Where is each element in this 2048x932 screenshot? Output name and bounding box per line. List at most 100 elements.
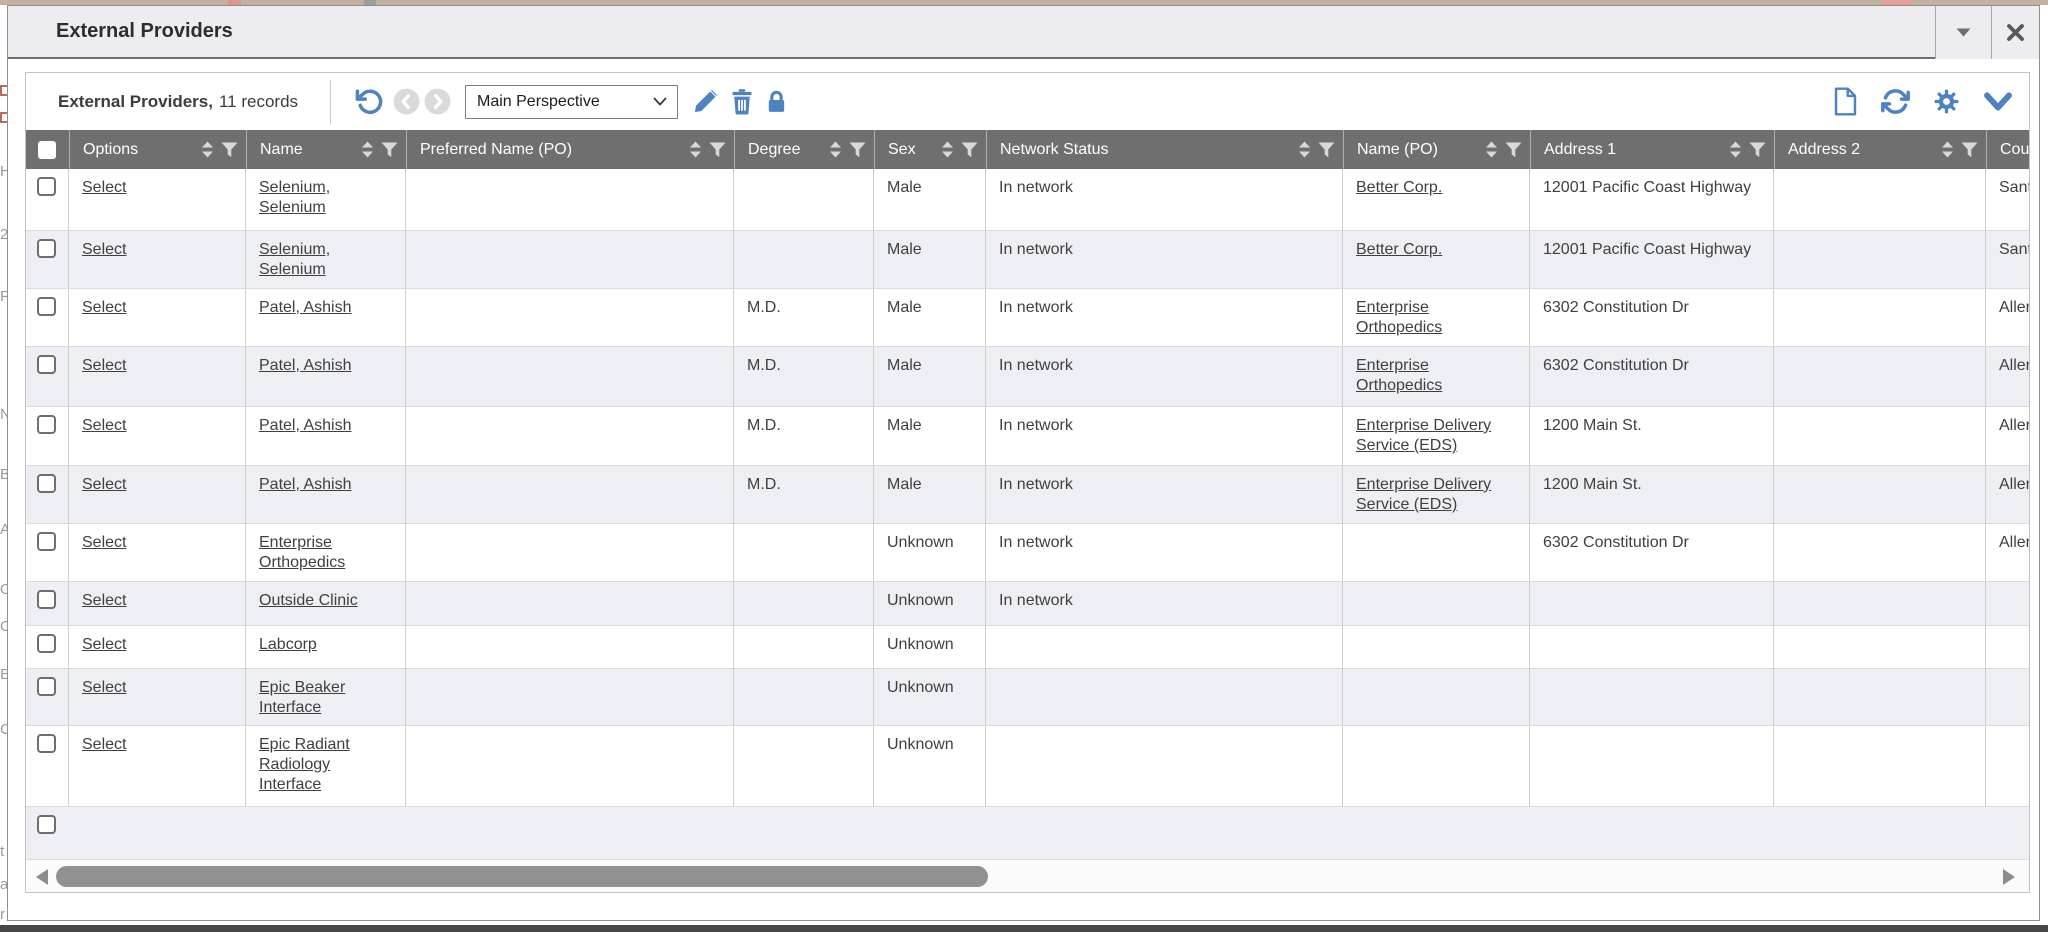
organization-cell: Enterprise Orthopedics	[1343, 347, 1530, 406]
address1-text: 1200 Main St.	[1543, 476, 1642, 493]
sort-icon[interactable]	[941, 141, 954, 158]
organization-cell: Enterprise Orthopedics	[1343, 289, 1530, 346]
column-header-address-2[interactable]: Address 2	[1774, 130, 1986, 169]
sort-icon[interactable]	[201, 141, 214, 158]
row-checkbox[interactable]	[37, 415, 56, 434]
row-checkbox[interactable]	[37, 734, 56, 753]
next-button[interactable]	[424, 88, 451, 115]
sort-icon[interactable]	[361, 141, 374, 158]
table-row: Select Labcorp Unknown	[26, 626, 2030, 669]
column-header-label: Cou	[2000, 141, 2030, 159]
new-record-button[interactable]	[1832, 87, 1859, 116]
select-link[interactable]: Select	[82, 417, 126, 434]
sex-cell: Unknown	[874, 524, 986, 581]
select-link[interactable]: Select	[82, 241, 126, 258]
refresh-button[interactable]	[1881, 87, 1910, 116]
row-checkbox[interactable]	[37, 297, 56, 316]
column-header-name-po-[interactable]: Name (PO)	[1343, 130, 1530, 169]
column-header-address-1[interactable]: Address 1	[1530, 130, 1774, 169]
horizontal-scrollbar[interactable]	[26, 859, 2029, 892]
background-fragment: C	[0, 618, 7, 635]
organization-link[interactable]: Enterprise Delivery Service (EDS)	[1356, 476, 1491, 513]
provider-name-link[interactable]: Labcorp	[259, 636, 317, 653]
column-header-name[interactable]: Name	[246, 130, 406, 169]
provider-name-link[interactable]: Enterprise Orthopedics	[259, 534, 345, 571]
filter-funnel-icon[interactable]	[849, 142, 866, 158]
row-checkbox[interactable]	[37, 474, 56, 493]
organization-cell: Enterprise Delivery Service (EDS)	[1343, 466, 1530, 523]
column-header-label: Address 2	[1788, 141, 1937, 159]
provider-name-link[interactable]: Patel, Ashish	[259, 299, 352, 316]
sort-icon[interactable]	[1298, 141, 1311, 158]
provider-name-link[interactable]: Epic Beaker Interface	[259, 679, 345, 716]
filter-funnel-icon[interactable]	[1749, 142, 1766, 158]
select-link[interactable]: Select	[82, 592, 126, 609]
row-checkbox[interactable]	[37, 355, 56, 374]
provider-name-link[interactable]: Patel, Ashish	[259, 476, 352, 493]
sort-icon[interactable]	[1729, 141, 1742, 158]
column-header-cou[interactable]: Cou	[1986, 130, 2030, 169]
county-cell: Aller	[1986, 407, 2030, 465]
filter-funnel-icon[interactable]	[709, 142, 726, 158]
row-checkbox[interactable]	[37, 177, 56, 196]
expand-options-button[interactable]	[1983, 91, 2013, 113]
provider-name-link[interactable]: Patel, Ashish	[259, 357, 352, 374]
provider-name-link[interactable]: Patel, Ashish	[259, 417, 352, 434]
sort-icon[interactable]	[1485, 141, 1498, 158]
perspective-select[interactable]: Main Perspective	[465, 85, 678, 119]
scroll-left-arrow[interactable]	[36, 869, 48, 885]
lock-perspective-button[interactable]	[764, 88, 789, 115]
select-link[interactable]: Select	[82, 636, 126, 653]
select-link[interactable]: Select	[82, 736, 126, 753]
column-header-degree[interactable]: Degree	[734, 130, 874, 169]
select-link[interactable]: Select	[82, 179, 126, 196]
filter-funnel-icon[interactable]	[1318, 142, 1335, 158]
select-link[interactable]: Select	[82, 534, 126, 551]
sort-icon[interactable]	[1941, 141, 1954, 158]
scrollbar-thumb[interactable]	[56, 866, 988, 887]
sort-icon[interactable]	[829, 141, 842, 158]
select-all-checkbox[interactable]	[38, 141, 56, 159]
select-link[interactable]: Select	[82, 299, 126, 316]
column-header-options[interactable]: Options	[69, 130, 246, 169]
select-link[interactable]: Select	[82, 476, 126, 493]
filter-funnel-icon[interactable]	[221, 142, 238, 158]
network-status-text: In network	[999, 357, 1073, 374]
filter-funnel-icon[interactable]	[961, 142, 978, 158]
collapse-dialog-button[interactable]	[1935, 6, 1991, 59]
close-dialog-button[interactable]	[1991, 6, 2039, 59]
select-link[interactable]: Select	[82, 357, 126, 374]
row-checkbox[interactable]	[37, 532, 56, 551]
provider-name-link[interactable]: Selenium, Selenium	[259, 241, 330, 278]
provider-name-link[interactable]: Selenium, Selenium	[259, 179, 330, 216]
delete-perspective-button[interactable]	[729, 88, 755, 115]
undo-button[interactable]	[355, 87, 384, 116]
filter-funnel-icon[interactable]	[381, 142, 398, 158]
scroll-right-arrow[interactable]	[2003, 869, 2015, 885]
address2-cell	[1774, 407, 1986, 465]
column-header-network-status[interactable]: Network Status	[986, 130, 1343, 169]
settings-button[interactable]	[1932, 87, 1961, 116]
column-header-sex[interactable]: Sex	[874, 130, 986, 169]
provider-name-link[interactable]: Outside Clinic	[259, 592, 358, 609]
row-checkbox[interactable]	[37, 677, 56, 696]
organization-link[interactable]: Enterprise Orthopedics	[1356, 299, 1442, 336]
provider-name-link[interactable]: Epic Radiant Radiology Interface	[259, 736, 350, 793]
organization-link[interactable]: Enterprise Orthopedics	[1356, 357, 1442, 394]
row-checkbox[interactable]	[37, 634, 56, 653]
organization-link[interactable]: Enterprise Delivery Service (EDS)	[1356, 417, 1491, 454]
filter-funnel-icon[interactable]	[1505, 142, 1522, 158]
row-checkbox[interactable]	[37, 239, 56, 258]
edit-perspective-button[interactable]	[692, 88, 719, 115]
column-header-preferred-name-po-[interactable]: Preferred Name (PO)	[406, 130, 734, 169]
select-link[interactable]: Select	[82, 679, 126, 696]
filter-funnel-icon[interactable]	[1961, 142, 1978, 158]
organization-link[interactable]: Better Corp.	[1356, 179, 1442, 196]
sort-icon[interactable]	[689, 141, 702, 158]
row-checkbox[interactable]	[37, 590, 56, 609]
previous-button[interactable]	[393, 88, 420, 115]
name-cell: Patel, Ashish	[246, 347, 406, 406]
row-checkbox[interactable]	[37, 815, 56, 834]
select-all-header-cell[interactable]	[26, 130, 69, 169]
organization-link[interactable]: Better Corp.	[1356, 241, 1442, 258]
